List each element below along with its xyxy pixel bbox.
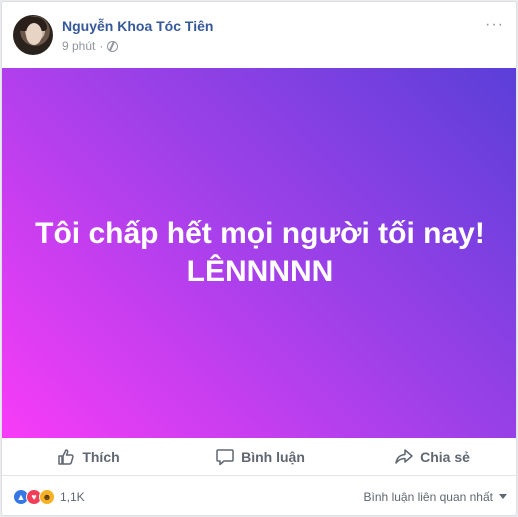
share-icon [395,448,413,464]
avatar[interactable] [13,15,53,55]
share-label: Chia sẻ [420,448,470,465]
reaction-count[interactable]: 1,1K [60,490,85,504]
action-bar: Thích Bình luận Chia sẻ [2,438,516,476]
more-options-button[interactable]: ··· [485,16,504,34]
post-header: Nguyễn Khoa Tóc Tiên 9 phút · ··· [2,2,516,68]
thumbs-up-icon [58,448,75,465]
comment-sort-dropdown[interactable]: Bình luận liên quan nhất [364,490,507,504]
globe-icon[interactable] [107,40,119,52]
like-button[interactable]: Thích [2,447,174,467]
post-text-line-2: LÊNNNNN [186,255,334,288]
post-card: Nguyễn Khoa Tóc Tiên 9 phút · ··· Tôi ch… [1,1,517,516]
post-footer: ▲ ♥ ☻ 1,1K Bình luận liên quan nhất [2,476,516,515]
post-text: Tôi chấp hết mọi người tối nay! LÊNNNNN [35,215,485,291]
post-time[interactable]: 9 phút [62,39,95,53]
share-button[interactable]: Chia sẻ [346,447,516,467]
haha-icon: ☻ [39,488,55,505]
comment-icon [216,448,234,465]
post-meta: 9 phút · [62,39,119,53]
like-label: Thích [82,448,120,465]
author-name[interactable]: Nguyễn Khoa Tóc Tiên [62,18,213,34]
avatar-face [26,23,42,45]
meta-separator: · [99,39,104,53]
comment-button[interactable]: Bình luận [174,447,346,467]
chevron-down-icon [499,494,507,499]
reactions-summary[interactable]: ▲ ♥ ☻ 1,1K [13,488,85,505]
post-background: Tôi chấp hết mọi người tối nay! LÊNNNNN [2,68,516,438]
sort-label: Bình luận liên quan nhất [363,489,493,504]
comment-label: Bình luận [241,448,305,465]
post-text-line-1: Tôi chấp hết mọi người tối nay! [35,217,485,250]
